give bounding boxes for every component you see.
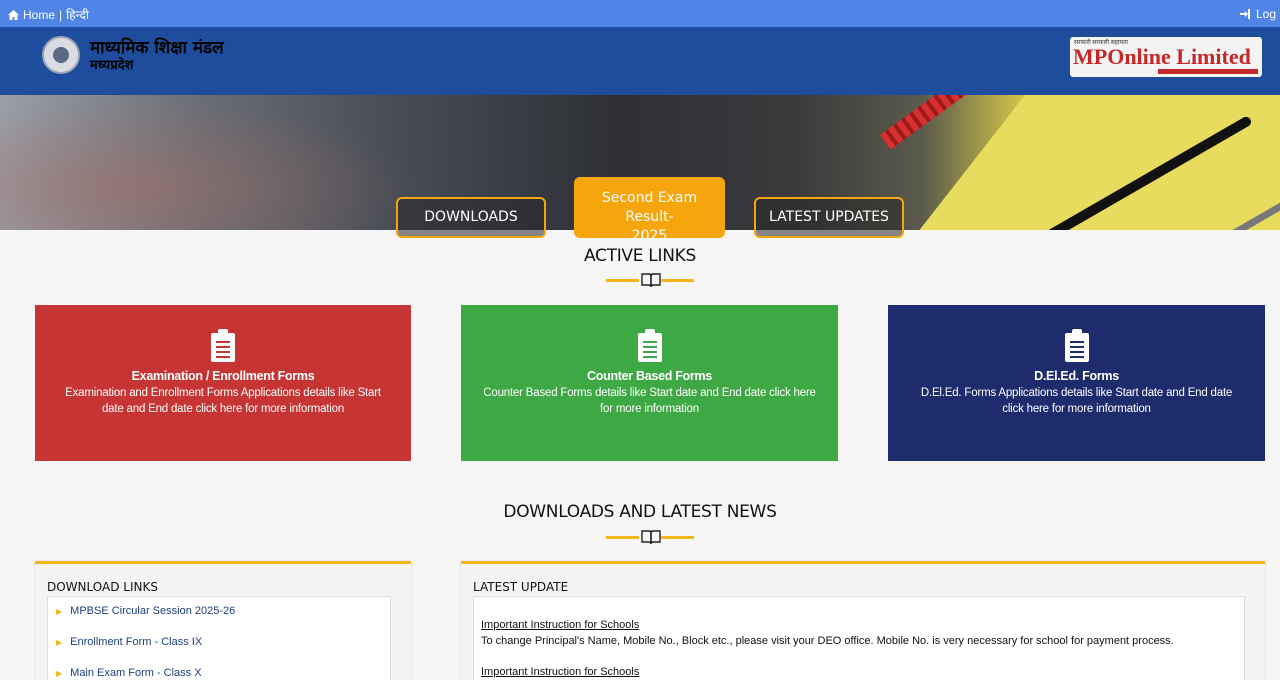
- clipboard-icon: [637, 329, 662, 362]
- board-name: माध्यमिक शिक्षा मंडल मध्यप्रदेश: [90, 38, 224, 73]
- login-icon: [1239, 9, 1250, 19]
- card-examination-enrollment-forms[interactable]: Examination / Enrollment Forms Examinati…: [35, 305, 411, 461]
- login-label: Log: [1255, 7, 1276, 21]
- card-title: D.El.Ed. Forms: [1034, 369, 1119, 383]
- news-item-heading[interactable]: Important Instruction for Schools: [481, 666, 639, 678]
- download-link-item[interactable]: ▶ MPBSE Circular Session 2025-26: [56, 605, 235, 617]
- mponline-name: MPOnline Limited: [1073, 44, 1251, 69]
- download-link-item[interactable]: ▶ Enrollment Form - Class IX: [56, 636, 202, 648]
- board-name-line1: माध्यमिक शिक्षा मंडल: [90, 38, 224, 58]
- card-description: D.El.Ed. Forms Applications details like…: [920, 387, 1233, 415]
- result-tab-line2: 2025: [631, 228, 668, 244]
- hindi-link[interactable]: हिन्दी: [66, 6, 89, 23]
- top-bar: Home | हिन्दी Log: [0, 0, 1280, 27]
- news-item-body: To change Principal's Name, Mobile No., …: [481, 635, 1174, 647]
- book-icon: [641, 530, 661, 545]
- clipboard-icon: [211, 329, 235, 362]
- home-icon[interactable]: [8, 9, 19, 20]
- download-links-title: DOWNLOAD LINKS: [47, 580, 158, 594]
- latest-update-list: Important Instruction for Schools To cha…: [473, 596, 1245, 680]
- news-item-heading[interactable]: Important Instruction for Schools: [481, 619, 639, 631]
- card-counter-based-forms[interactable]: Counter Based Forms Counter Based Forms …: [461, 305, 838, 461]
- tab-latest-updates[interactable]: LATEST UPDATES: [754, 197, 904, 238]
- card-description: Counter Based Forms details like Start d…: [483, 387, 816, 415]
- login-link[interactable]: Log: [1239, 7, 1276, 21]
- active-links-divider: [606, 270, 694, 290]
- tab-downloads[interactable]: DOWNLOADS: [396, 197, 546, 238]
- card-deled-forms[interactable]: D.El.Ed. Forms D.El.Ed. Forms Applicatio…: [888, 305, 1265, 461]
- card-description: Examination and Enrollment Forms Applica…: [65, 387, 381, 415]
- board-emblem-logo: [42, 36, 80, 74]
- result-tab-line1: Second Exam Result-: [601, 190, 698, 225]
- card-title: Examination / Enrollment Forms: [131, 369, 315, 383]
- download-link-label: MPBSE Circular Session 2025-26: [70, 605, 236, 617]
- chevron-right-icon: ▶: [56, 637, 63, 647]
- active-links-heading: ACTIVE LINKS: [584, 246, 696, 266]
- card-title: Counter Based Forms: [587, 369, 712, 383]
- tab-second-exam-result[interactable]: Second Exam Result- 2025: [574, 177, 725, 244]
- book-icon: [641, 273, 661, 288]
- chevron-right-icon: ▶: [56, 606, 63, 616]
- latest-update-title: LATEST UPDATE: [473, 580, 569, 594]
- home-link[interactable]: Home: [23, 8, 55, 22]
- download-link-label: Enrollment Form - Class IX: [70, 636, 203, 648]
- board-name-line2: मध्यप्रदेश: [90, 58, 134, 73]
- download-link-item[interactable]: ▶ Main Exam Form - Class X: [56, 667, 202, 679]
- mponline-underline: [1158, 69, 1258, 74]
- download-links-list: ▶ MPBSE Circular Session 2025-26 ▶ Enrol…: [47, 596, 391, 680]
- banner-photo-students: [0, 95, 420, 230]
- nav-separator: |: [59, 7, 63, 22]
- site-header: माध्यमिक शिक्षा मंडल मध्यप्रदेश सरकारी स…: [0, 27, 1280, 95]
- latest-update-panel: LATEST UPDATE Important Instruction for …: [461, 561, 1265, 680]
- download-link-label: Main Exam Form - Class X: [70, 667, 202, 679]
- clipboard-icon: [1064, 329, 1089, 362]
- downloads-news-divider: [606, 527, 694, 547]
- downloads-news-heading: DOWNLOADS AND LATEST NEWS: [503, 502, 777, 522]
- mponline-logo[interactable]: सरकारी सरकारी सहायता MPOnline Limited: [1070, 37, 1262, 77]
- chevron-right-icon: ▶: [56, 668, 63, 678]
- download-links-panel: DOWNLOAD LINKS ▶ MPBSE Circular Session …: [35, 561, 411, 680]
- top-nav: Home | हिन्दी: [8, 6, 89, 23]
